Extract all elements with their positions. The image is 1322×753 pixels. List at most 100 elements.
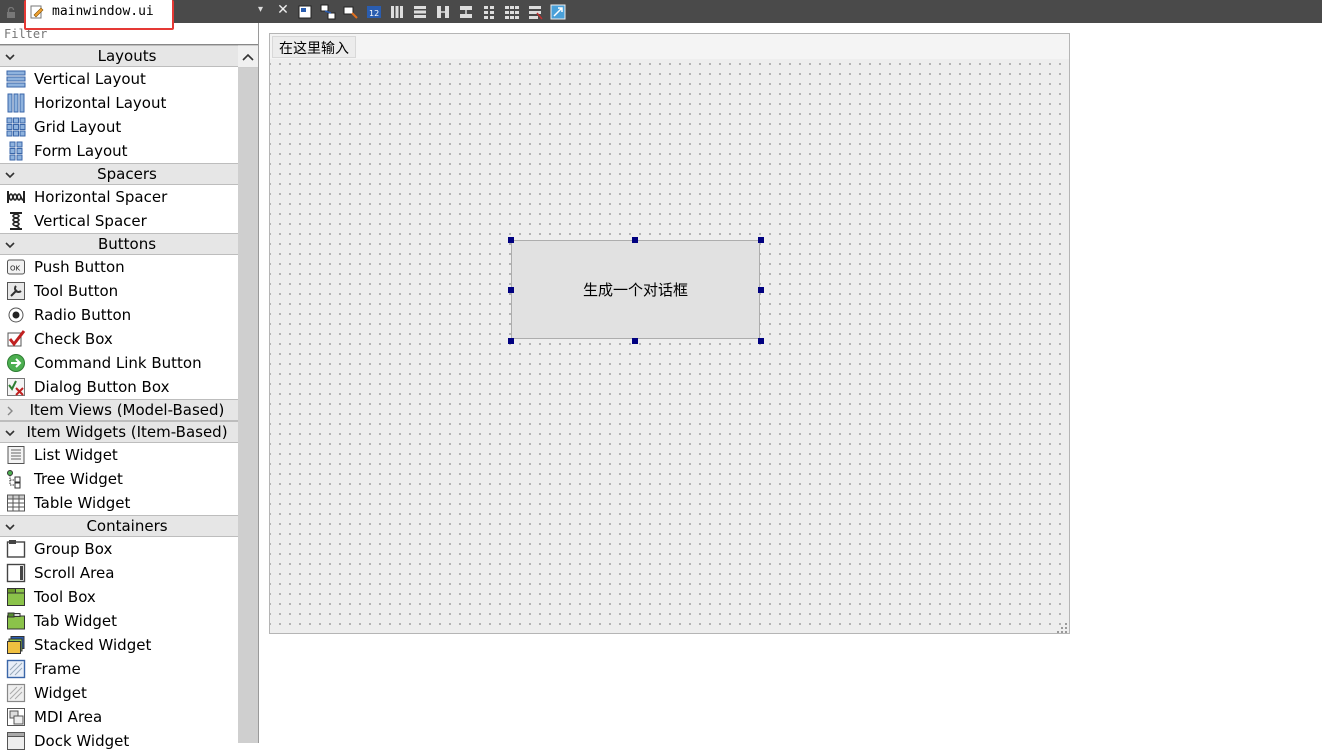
- vertical-spacer-icon: [6, 211, 26, 231]
- widget-item-label: MDI Area: [34, 708, 103, 726]
- category-layouts[interactable]: Layouts: [0, 45, 238, 67]
- widget-item-mdi-area[interactable]: MDI Area: [0, 705, 238, 729]
- widget-item-push-button[interactable]: OK Push Button: [0, 255, 238, 279]
- widget-item-check-box[interactable]: Check Box: [0, 327, 238, 351]
- category-title: Spacers: [97, 165, 157, 183]
- widget-item-label: Form Layout: [34, 142, 128, 160]
- selection-handle-bottom[interactable]: [632, 338, 638, 344]
- chevron-down-icon[interactable]: [4, 425, 16, 437]
- widget-icon: [6, 683, 26, 703]
- edit-signals-icon[interactable]: [319, 3, 337, 20]
- selection-handle-top-right[interactable]: [758, 237, 764, 243]
- push-button[interactable]: 生成一个对话框: [511, 240, 760, 339]
- widget-item-list-widget[interactable]: List Widget: [0, 443, 238, 467]
- layout-form-icon[interactable]: [480, 3, 498, 20]
- widget-item-label: Horizontal Spacer: [34, 188, 168, 206]
- widget-item-horizontal-layout[interactable]: Horizontal Layout: [0, 91, 238, 115]
- list-widget-icon: [6, 445, 26, 465]
- layout-vertical-icon[interactable]: [411, 3, 429, 20]
- selection-handle-left[interactable]: [508, 287, 514, 293]
- edit-buddies-icon[interactable]: [342, 3, 360, 20]
- command-link-button-icon: [6, 353, 26, 373]
- widget-item-form-layout[interactable]: Form Layout: [0, 139, 238, 163]
- widget-box-scrollbar[interactable]: [238, 45, 258, 743]
- size-grip-icon[interactable]: [1056, 620, 1068, 633]
- widget-item-grid-layout[interactable]: Grid Layout: [0, 115, 238, 139]
- category-spacers[interactable]: Spacers: [0, 163, 238, 185]
- selection-handle-top-left[interactable]: [508, 237, 514, 243]
- widget-item-widget[interactable]: Widget: [0, 681, 238, 705]
- radio-button-icon: [6, 305, 26, 325]
- widget-item-table-widget[interactable]: Table Widget: [0, 491, 238, 515]
- category-title: Buttons: [97, 235, 157, 253]
- widget-item-vertical-spacer[interactable]: Vertical Spacer: [0, 209, 238, 233]
- widget-item-label: Tab Widget: [34, 612, 117, 630]
- file-tab-label: mainwindow.ui: [52, 4, 154, 19]
- layout-h-splitter-icon[interactable]: [434, 3, 452, 20]
- layout-horizontal-icon[interactable]: [388, 3, 406, 20]
- horizontal-layout-icon: [6, 93, 26, 113]
- category-item-views-model-based[interactable]: Item Views (Model-Based): [0, 399, 238, 421]
- selection-handle-top[interactable]: [632, 237, 638, 243]
- scroll-up-icon[interactable]: [238, 46, 258, 68]
- category-containers[interactable]: Containers: [0, 515, 238, 537]
- tool-buttons: 12: [296, 3, 567, 20]
- chevron-down-icon[interactable]: [4, 519, 16, 531]
- vertical-layout-icon: [6, 69, 26, 89]
- break-layout-icon[interactable]: [526, 3, 544, 20]
- widget-item-tool-box[interactable]: Tool Box: [0, 585, 238, 609]
- category-item-widgets-item-based[interactable]: Item Widgets (Item-Based): [0, 421, 238, 443]
- dock-widget-icon: [6, 731, 26, 751]
- widget-item-frame[interactable]: Frame: [0, 657, 238, 681]
- selection-handle-right[interactable]: [758, 287, 764, 293]
- chevron-down-icon[interactable]: [4, 237, 16, 249]
- widget-item-horizontal-spacer[interactable]: Horizontal Spacer: [0, 185, 238, 209]
- category-buttons[interactable]: Buttons: [0, 233, 238, 255]
- form-layout-icon: [6, 141, 26, 161]
- tree-widget-icon: [6, 469, 26, 489]
- category-title: Item Views (Model-Based): [29, 401, 225, 419]
- edit-widgets-icon[interactable]: [296, 3, 314, 20]
- chevron-down-icon[interactable]: [4, 49, 16, 61]
- widget-item-vertical-layout[interactable]: Vertical Layout: [0, 67, 238, 91]
- close-tab-icon[interactable]: ✕: [276, 2, 290, 18]
- widget-item-label: Command Link Button: [34, 354, 202, 372]
- widget-item-scroll-area[interactable]: Scroll Area: [0, 561, 238, 585]
- widget-list: Layouts Vertical Layout Horizontal Layout G…: [0, 45, 238, 753]
- category-title: Containers: [86, 517, 168, 535]
- widget-item-label: Group Box: [34, 540, 113, 558]
- form-menubar: [270, 34, 1069, 59]
- frame-icon: [6, 659, 26, 679]
- widget-item-label: Vertical Layout: [34, 70, 146, 88]
- widget-item-radio-button[interactable]: Radio Button: [0, 303, 238, 327]
- widget-item-label: Scroll Area: [34, 564, 115, 582]
- widget-item-tree-widget[interactable]: Tree Widget: [0, 467, 238, 491]
- category-title: Layouts: [97, 47, 157, 65]
- menu-type-here[interactable]: 在这里输入: [272, 36, 356, 58]
- widget-item-label: Dock Widget: [34, 732, 130, 750]
- widget-item-group-box[interactable]: Group Box: [0, 537, 238, 561]
- widget-item-stacked-widget[interactable]: Stacked Widget: [0, 633, 238, 657]
- chevron-right-icon[interactable]: [4, 403, 16, 416]
- layout-v-splitter-icon[interactable]: [457, 3, 475, 20]
- check-box-icon: [6, 329, 26, 349]
- widget-item-tool-button[interactable]: Tool Button: [0, 279, 238, 303]
- file-tab[interactable]: mainwindow.ui: [26, 0, 172, 23]
- edit-tab-order-icon[interactable]: 12: [365, 3, 383, 20]
- widget-item-dialog-button-box[interactable]: Dialog Button Box: [0, 375, 238, 399]
- selection-handle-bottom-right[interactable]: [758, 338, 764, 344]
- tab-dropdown-icon[interactable]: ▾: [258, 4, 263, 15]
- widget-item-command-link-button[interactable]: Command Link Button: [0, 351, 238, 375]
- adjust-size-icon[interactable]: [549, 3, 567, 20]
- selection-handle-bottom-left[interactable]: [508, 338, 514, 344]
- mdi-area-icon: [6, 707, 26, 727]
- widget-item-dock-widget[interactable]: Dock Widget: [0, 729, 238, 753]
- stacked-widget-icon: [6, 635, 26, 655]
- dialog-button-box-icon: [6, 377, 26, 397]
- widget-item-label: Frame: [34, 660, 81, 678]
- widget-item-label: Radio Button: [34, 306, 132, 324]
- tool-button-icon: [6, 281, 26, 301]
- chevron-down-icon[interactable]: [4, 167, 16, 179]
- widget-item-tab-widget[interactable]: Tab Widget: [0, 609, 238, 633]
- layout-grid-icon[interactable]: [503, 3, 521, 20]
